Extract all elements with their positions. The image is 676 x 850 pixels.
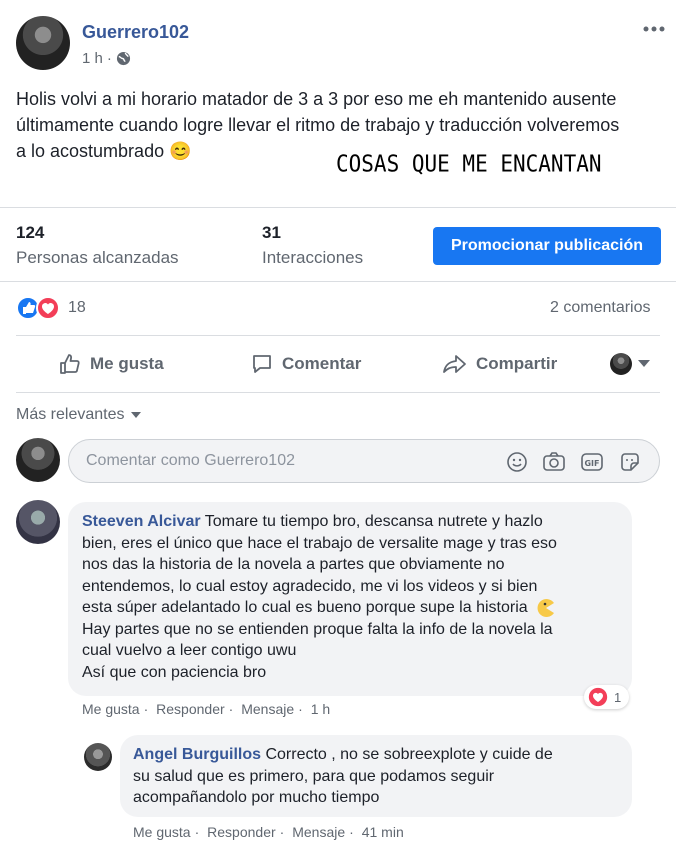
comment-line: nos das la historia de la novela a parte… [82,556,505,573]
comment-message-link[interactable]: Mensaje [241,701,294,717]
comment-button[interactable]: Comentar [250,350,361,378]
current-user-avatar [16,438,60,482]
comment-input[interactable]: Comentar como Guerrero102 GIF [68,439,660,483]
comment-like-link[interactable]: Me gusta [82,701,140,717]
comment-time[interactable]: 41 min [362,824,404,840]
love-reaction-icon [588,687,608,707]
share-icon [442,352,468,376]
divider [0,281,676,282]
camera-icon[interactable] [542,451,566,473]
comment-reaction-count: 1 [614,689,622,705]
share-button[interactable]: Compartir [442,350,557,378]
comment-author[interactable]: Steeven Alcivar [82,513,201,530]
reach-label: Personas alcanzadas [16,248,179,267]
comment-line: esta súper adelantado lo cual es bueno p… [82,599,528,616]
overlay-caption: COSAS QUE ME ENCANTAN [336,150,602,178]
sticker-icon[interactable] [619,451,641,473]
commenter-avatar[interactable] [16,500,60,544]
comment-reaction-badge[interactable]: 1 [584,685,630,709]
promote-button-label: Promocionar publicación [450,237,644,254]
comment-author[interactable]: Angel Burguillos [133,746,261,763]
comment-line: Así que con paciencia bro [82,663,267,681]
comment-input-placeholder: Comentar como Guerrero102 [86,452,295,469]
divider [16,335,660,336]
post-as-selector[interactable] [610,353,650,375]
smile-emoji-icon: 😊 [169,141,192,161]
comment-line: bien, eres el único que hace el trabajo … [82,534,557,552]
comment-sort-label: Más relevantes [16,406,125,423]
comment-reply-link[interactable]: Responder [207,824,276,840]
share-button-label: Compartir [476,354,558,373]
comment-sort-dropdown[interactable]: Más relevantes [16,406,141,424]
interactions-label: Interacciones [262,248,364,267]
pacman-emoji-icon [536,598,556,618]
promote-button[interactable]: Promocionar publicación [433,227,661,265]
author-avatar[interactable] [16,16,70,70]
comment-line: acompañandolo por mucho tiempo [133,789,380,806]
comment-icon [250,352,274,376]
reactions-summary[interactable]: 18 [16,296,86,320]
comment-reply-link[interactable]: Responder [156,701,225,717]
post-time[interactable]: 1 h · [82,50,131,67]
comment-button-label: Comentar [282,354,362,373]
svg-text:GIF: GIF [584,459,599,468]
reach-value: 124 [16,223,45,242]
interactions-value: 31 [262,223,281,242]
comments-count-link[interactable]: 2 comentarios [550,299,651,317]
more-options-icon[interactable] [642,24,666,34]
comment-time[interactable]: 1 h [311,701,330,717]
comment-line: cual vuelvo a leer contigo uwu [82,642,297,659]
gif-icon[interactable]: GIF [580,451,604,473]
divider [0,207,676,208]
post-author[interactable]: Guerrero102 [82,22,189,43]
caret-down-icon [130,412,141,418]
emoji-icon[interactable] [506,451,528,473]
comment-message-link[interactable]: Mensaje [292,824,345,840]
page-avatar-icon [610,353,632,375]
comment-line: Correcto , no se sobreexplote y cuide de [265,746,553,763]
like-button-label: Me gusta [90,354,164,373]
love-reaction-icon [36,296,60,320]
comment-bubble: Steeven Alcivar Tomare tu tiempo bro, de… [68,502,632,696]
post-body-line: últimamente cuando logre llevar el ritmo… [16,115,620,135]
thumbs-up-icon [58,352,82,376]
comment-meta: Me gusta · Responder · Mensaje · 41 min [133,824,404,840]
comment-line: su salud que es primero, para que podamo… [133,767,495,785]
globe-icon [116,51,131,66]
like-button[interactable]: Me gusta [58,350,164,378]
comment-line: Hay partes que no se entienden proque fa… [82,620,553,638]
post-body-line: Holis volvi a mi horario matador de 3 a … [16,89,617,109]
comment-like-link[interactable]: Me gusta [133,824,191,840]
comment-line: entendemos, lo cual estoy agradecido, me… [82,577,538,595]
comment-meta: Me gusta · Responder · Mensaje · 1 h [82,701,331,717]
comment-bubble: Angel Burguillos Correcto , no se sobree… [120,735,632,817]
reaction-count: 18 [68,299,86,316]
comment-line: Tomare tu tiempo bro, descansa nutrete y… [204,513,543,530]
caret-down-icon [638,360,650,368]
post-time-label: 1 h [82,50,103,67]
commenter-avatar[interactable] [84,743,112,771]
divider [16,392,660,393]
